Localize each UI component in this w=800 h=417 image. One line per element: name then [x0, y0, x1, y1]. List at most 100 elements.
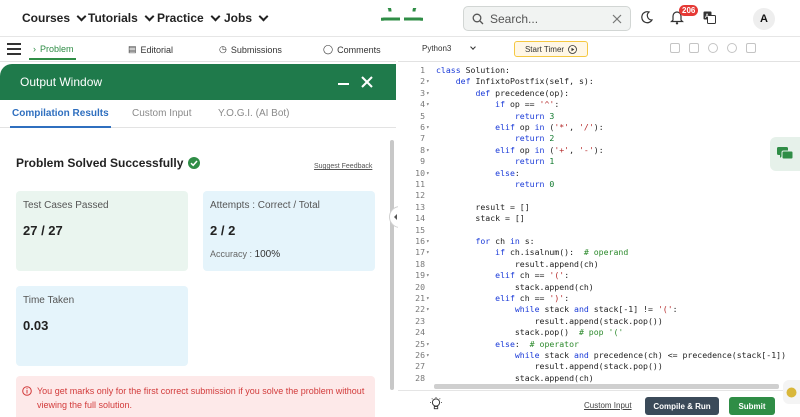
code-line[interactable]: 5 return 3 [398, 111, 800, 122]
translate-button[interactable]: A [703, 11, 716, 24]
code-line[interactable]: 22 ▾ while stack and stack[-1] != '(': [398, 304, 800, 315]
code-line[interactable]: 26 ▾ while stack and precedence(ch) <= pr… [398, 350, 800, 361]
nav-tutorials[interactable]: Tutorials [88, 11, 155, 25]
fold-toggle-icon[interactable]: ▾ [426, 236, 430, 247]
chat-button[interactable] [770, 137, 800, 171]
tab-yogi-ai-bot[interactable]: Y.O.G.I. (AI Bot) [218, 108, 290, 119]
code-line[interactable]: 17 ▾ if ch.isalnum(): # operand [398, 247, 800, 258]
fold-toggle-icon[interactable]: ▾ [426, 293, 430, 304]
reset-icon[interactable] [727, 43, 737, 53]
test-cases-card: Test Cases Passed 27 / 27 [16, 191, 188, 271]
notification-badge: 206 [679, 5, 699, 16]
problem-tabs: › Problem ▤ Editorial ◷ Submissions ◯ Commen… [0, 37, 396, 62]
fold-toggle-icon[interactable]: ▾ [426, 76, 430, 87]
code-line[interactable]: 10 ▾ else: [398, 168, 800, 179]
line-number: 24 [415, 327, 425, 338]
search-box[interactable]: Search... [463, 6, 631, 31]
user-avatar[interactable]: A [753, 8, 775, 30]
code-line[interactable]: 19 ▾ elif ch == '(': [398, 270, 800, 281]
code-line[interactable]: 28 stack.append(ch) [398, 373, 800, 384]
editor-actions: Custom Input Compile & Run Submit [398, 390, 800, 417]
code-line[interactable]: 27 result.append(stack.pop()) [398, 361, 800, 372]
hamburger-menu-icon[interactable] [7, 43, 21, 55]
code-editor[interactable]: 1 class Solution: 2 ▾ def InfixtoPostfix(se… [398, 62, 800, 384]
fold-toggle-icon[interactable]: ▾ [426, 270, 430, 281]
code-line[interactable]: 8 ▾ elif op in ('+', '-'): [398, 145, 800, 156]
code-line[interactable]: 24 stack.pop() # pop '(' [398, 327, 800, 338]
paste-icon[interactable] [689, 43, 699, 53]
tab-problem[interactable]: › Problem [29, 44, 76, 60]
code-line[interactable]: 20 stack.append(ch) [398, 282, 800, 293]
custom-input-link[interactable]: Custom Input [584, 401, 632, 410]
line-number: 12 [415, 190, 425, 201]
line-number: 8 [420, 144, 425, 155]
gfg-logo[interactable] [381, 8, 423, 30]
code-line[interactable]: 25 ▾ else: # operator [398, 339, 800, 350]
code-line[interactable]: 18 result.append(ch) [398, 259, 800, 270]
tab-compilation-results[interactable]: Compilation Results [10, 108, 111, 128]
code-line[interactable]: 11 return 0 [398, 179, 800, 190]
compile-run-button[interactable]: Compile & Run [645, 397, 719, 415]
code-text: while stack and precedence(ch) <= preced… [514, 350, 787, 360]
document-icon: ▤ [128, 44, 137, 54]
output-scrollbar[interactable] [390, 140, 394, 390]
app-root: Courses Tutorials Practice Jobs Search..… [0, 0, 800, 417]
fold-toggle-icon[interactable]: ▾ [426, 350, 430, 361]
code-line[interactable]: 3 ▾ def precedence(op): [398, 88, 800, 99]
nav-courses[interactable]: Courses [22, 11, 87, 25]
nav-jobs[interactable]: Jobs [224, 11, 269, 25]
code-line[interactable]: 13 result = [] [398, 202, 800, 213]
notifications-button[interactable]: 206 [670, 5, 699, 25]
line-number: 17 [415, 247, 425, 258]
start-timer-button[interactable]: Start Timer [514, 41, 588, 57]
comment-icon: ◯ [323, 44, 334, 54]
output-tabs: Compilation Results Custom Input Y.O.G.I… [0, 100, 396, 128]
helper-button[interactable] [783, 380, 800, 404]
lightbulb-icon[interactable] [430, 397, 442, 411]
fullscreen-icon[interactable] [746, 43, 756, 53]
code-line[interactable]: 4 ▾ if op == '^': [398, 99, 800, 110]
clear-search-icon[interactable] [612, 14, 622, 24]
close-icon[interactable] [359, 74, 375, 90]
code-line[interactable]: 15 [398, 225, 800, 236]
fold-toggle-icon[interactable]: ▾ [426, 339, 430, 350]
language-select[interactable]: Python3 [416, 40, 481, 57]
code-text: for ch in s: [475, 236, 535, 246]
minimize-button[interactable] [338, 83, 349, 85]
code-line[interactable]: 14 stack = [] [398, 213, 800, 224]
settings-icon[interactable] [708, 43, 718, 53]
code-line[interactable]: 1 class Solution: [398, 65, 800, 76]
fold-toggle-icon[interactable]: ▾ [426, 247, 430, 258]
submit-button[interactable]: Submit [729, 397, 775, 415]
tab-custom-input[interactable]: Custom Input [132, 108, 191, 119]
tab-comments[interactable]: ◯ Comments [323, 44, 381, 55]
code-line[interactable]: 21 ▾ elif ch == ')': [398, 293, 800, 304]
editor-horizontal-scrollbar[interactable] [434, 384, 779, 389]
code-line[interactable]: 7 return 2 [398, 133, 800, 144]
fold-toggle-icon[interactable]: ▾ [426, 122, 430, 133]
search-input[interactable]: Search... [490, 12, 612, 26]
suggest-feedback-link[interactable]: Suggest Feedback [314, 163, 372, 170]
editor-toolbar: Python3 Start Timer [398, 37, 800, 62]
fold-toggle-icon[interactable]: ▾ [426, 88, 430, 99]
code-text: if op == '^': [495, 99, 560, 110]
copy-icon[interactable] [670, 43, 680, 53]
tab-editorial[interactable]: ▤ Editorial [128, 44, 173, 55]
test-cases-value: 27 / 27 [23, 223, 63, 238]
code-line[interactable]: 9 return 1 [398, 156, 800, 167]
fold-toggle-icon[interactable]: ▾ [426, 145, 430, 156]
nav-practice[interactable]: Practice [157, 11, 221, 25]
code-line[interactable]: 16 ▾ for ch in s: [398, 236, 800, 247]
fold-toggle-icon[interactable]: ▾ [426, 168, 430, 179]
dark-mode-toggle[interactable] [640, 10, 654, 24]
tab-submissions[interactable]: ◷ Submissions [219, 44, 282, 55]
line-number: 20 [415, 281, 425, 292]
code-line[interactable]: 2 ▾ def InfixtoPostfix(self, s): [398, 76, 800, 87]
fold-toggle-icon[interactable]: ▾ [426, 304, 430, 315]
sparkle-icon [786, 387, 797, 397]
code-line[interactable]: 6 ▾ elif op in ('*', '/'): [398, 122, 800, 133]
code-line[interactable]: 12 [398, 190, 800, 201]
fold-toggle-icon[interactable]: ▾ [426, 99, 430, 110]
code-text: result.append(stack.pop()) [436, 361, 663, 372]
code-line[interactable]: 23 result.append(stack.pop()) [398, 316, 800, 327]
